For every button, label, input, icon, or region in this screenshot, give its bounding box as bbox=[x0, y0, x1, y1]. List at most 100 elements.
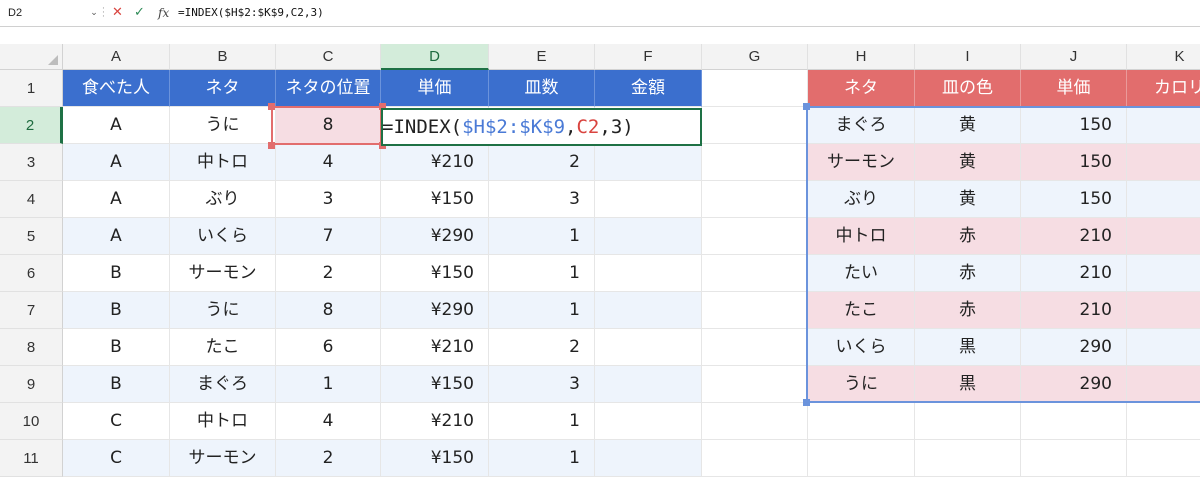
table-cell[interactable]: 2 bbox=[489, 329, 595, 366]
table-cell[interactable]: ¥150 bbox=[381, 255, 489, 292]
empty-cell[interactable] bbox=[702, 70, 808, 107]
table-cell[interactable] bbox=[595, 403, 702, 440]
empty-cell[interactable] bbox=[702, 255, 808, 292]
table-cell[interactable]: 1 bbox=[489, 255, 595, 292]
empty-cell[interactable] bbox=[808, 403, 915, 440]
row-header-2[interactable]: 2 bbox=[0, 107, 63, 144]
empty-cell[interactable] bbox=[702, 366, 808, 403]
right-header-cell[interactable]: 単価 bbox=[1021, 70, 1127, 107]
table-cell[interactable]: A bbox=[63, 181, 170, 218]
row-header-11[interactable]: 11 bbox=[0, 440, 63, 477]
table-cell[interactable]: ¥150 bbox=[381, 440, 489, 477]
table-cell[interactable]: ¥290 bbox=[381, 218, 489, 255]
drag-handle-icon[interactable]: · · · bbox=[102, 5, 106, 22]
row-header-5[interactable]: 5 bbox=[0, 218, 63, 255]
confirm-icon[interactable]: ✓ bbox=[134, 3, 145, 23]
column-header-e[interactable]: E bbox=[489, 44, 595, 70]
range-handle[interactable] bbox=[803, 399, 810, 406]
row-header-8[interactable]: 8 bbox=[0, 329, 63, 366]
table-cell[interactable]: たこ bbox=[170, 329, 276, 366]
table-cell[interactable]: うに bbox=[170, 292, 276, 329]
column-header-b[interactable]: B bbox=[170, 44, 276, 70]
empty-cell[interactable] bbox=[702, 181, 808, 218]
empty-cell[interactable] bbox=[702, 218, 808, 255]
column-header-i[interactable]: I bbox=[915, 44, 1021, 70]
left-header-cell[interactable]: ネタの位置 bbox=[276, 70, 381, 107]
table-cell[interactable]: ぶり bbox=[170, 181, 276, 218]
table-cell[interactable]: 中トロ bbox=[170, 403, 276, 440]
table-cell[interactable]: サーモン bbox=[170, 440, 276, 477]
table-cell[interactable] bbox=[595, 329, 702, 366]
table-cell[interactable]: サーモン bbox=[170, 255, 276, 292]
empty-cell[interactable] bbox=[702, 144, 808, 181]
row-header-1[interactable]: 1 bbox=[0, 70, 63, 107]
right-header-cell[interactable]: カロリ bbox=[1127, 70, 1200, 107]
table-cell[interactable]: 3 bbox=[489, 181, 595, 218]
table-cell[interactable]: 2 bbox=[276, 255, 381, 292]
table-cell[interactable] bbox=[595, 181, 702, 218]
table-cell[interactable]: ¥290 bbox=[381, 292, 489, 329]
column-header-c[interactable]: C bbox=[276, 44, 381, 70]
chevron-down-icon[interactable]: ⌄ bbox=[88, 3, 100, 23]
left-header-cell[interactable]: 単価 bbox=[381, 70, 489, 107]
right-header-cell[interactable]: ネタ bbox=[808, 70, 915, 107]
table-cell[interactable]: 1 bbox=[489, 218, 595, 255]
table-cell[interactable]: 6 bbox=[276, 329, 381, 366]
empty-cell[interactable] bbox=[915, 440, 1021, 477]
cancel-icon[interactable]: ✕ bbox=[112, 3, 123, 23]
table-cell[interactable]: ¥210 bbox=[381, 403, 489, 440]
row-header-3[interactable]: 3 bbox=[0, 144, 63, 181]
name-box[interactable]: D2 bbox=[4, 3, 100, 23]
table-cell[interactable] bbox=[595, 366, 702, 403]
table-cell[interactable] bbox=[595, 292, 702, 329]
empty-cell[interactable] bbox=[1127, 440, 1200, 477]
table-cell[interactable] bbox=[595, 144, 702, 181]
left-header-cell[interactable]: 金額 bbox=[595, 70, 702, 107]
column-header-a[interactable]: A bbox=[63, 44, 170, 70]
range-handle[interactable] bbox=[268, 103, 275, 110]
table-cell[interactable]: C bbox=[63, 440, 170, 477]
table-cell[interactable]: 4 bbox=[276, 144, 381, 181]
range-handle[interactable] bbox=[803, 103, 810, 110]
left-header-cell[interactable]: ネタ bbox=[170, 70, 276, 107]
empty-cell[interactable] bbox=[702, 292, 808, 329]
table-cell[interactable]: 1 bbox=[489, 292, 595, 329]
insert-function-icon[interactable]: fx bbox=[158, 3, 169, 23]
column-header-d[interactable]: D bbox=[381, 44, 489, 70]
table-cell[interactable]: B bbox=[63, 292, 170, 329]
table-cell[interactable]: うに bbox=[170, 107, 276, 144]
table-cell[interactable]: A bbox=[63, 144, 170, 181]
empty-cell[interactable] bbox=[702, 440, 808, 477]
table-cell[interactable]: B bbox=[63, 366, 170, 403]
table-cell[interactable]: 4 bbox=[276, 403, 381, 440]
table-cell[interactable]: いくら bbox=[170, 218, 276, 255]
empty-cell[interactable] bbox=[808, 440, 915, 477]
table-cell[interactable] bbox=[595, 440, 702, 477]
cell-formula-edit[interactable]: =INDEX($H$2:$K$9,C2,3) bbox=[382, 108, 634, 146]
empty-cell[interactable] bbox=[1127, 403, 1200, 440]
table-cell[interactable]: B bbox=[63, 255, 170, 292]
row-header-10[interactable]: 10 bbox=[0, 403, 63, 440]
table-cell[interactable]: A bbox=[63, 218, 170, 255]
right-header-cell[interactable]: 皿の色 bbox=[915, 70, 1021, 107]
column-header-k[interactable]: K bbox=[1127, 44, 1200, 70]
table-cell[interactable]: 3 bbox=[276, 181, 381, 218]
row-header-4[interactable]: 4 bbox=[0, 181, 63, 218]
table-cell[interactable]: 1 bbox=[489, 440, 595, 477]
table-cell[interactable]: 2 bbox=[276, 440, 381, 477]
table-cell[interactable]: ¥210 bbox=[381, 329, 489, 366]
empty-cell[interactable] bbox=[915, 403, 1021, 440]
table-cell[interactable]: まぐろ bbox=[170, 366, 276, 403]
table-cell[interactable] bbox=[595, 255, 702, 292]
column-header-f[interactable]: F bbox=[595, 44, 702, 70]
table-cell[interactable] bbox=[595, 218, 702, 255]
formula-input[interactable]: =INDEX($H$2:$K$9,C2,3) bbox=[178, 3, 324, 23]
select-all-button[interactable] bbox=[0, 44, 63, 70]
table-cell[interactable]: 中トロ bbox=[170, 144, 276, 181]
table-cell[interactable]: 3 bbox=[489, 366, 595, 403]
table-cell[interactable]: ¥150 bbox=[381, 181, 489, 218]
table-cell[interactable]: 1 bbox=[489, 403, 595, 440]
empty-cell[interactable] bbox=[1021, 440, 1127, 477]
table-cell[interactable]: 8 bbox=[276, 292, 381, 329]
empty-cell[interactable] bbox=[702, 107, 808, 144]
